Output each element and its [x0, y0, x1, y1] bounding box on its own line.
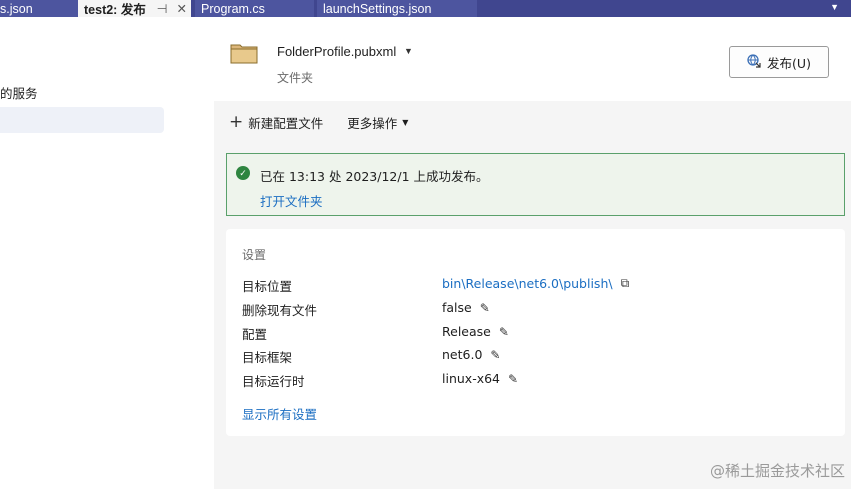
edit-icon[interactable]: ✎ [508, 372, 518, 386]
edit-icon[interactable]: ✎ [490, 348, 500, 362]
setting-value: false [442, 300, 472, 315]
profile-selector[interactable]: FolderProfile.pubxml [277, 44, 396, 59]
edit-icon[interactable]: ✎ [480, 301, 490, 315]
service-item-label[interactable]: 的服务 [0, 83, 38, 102]
setting-key: 配置 [242, 327, 268, 342]
setting-key: 目标运行时 [242, 374, 305, 389]
profile-header: FolderProfile.pubxml ▼ 文件夹 发布(U) [214, 17, 851, 101]
new-profile-button[interactable]: + 新建配置文件 [229, 113, 323, 132]
settings-card: 设置 目标位置 bin\Release\net6.0\publish\ ⧉ 删除… [226, 229, 845, 436]
tab-test2-publish[interactable]: test2: 发布 ⊣ ✕ [78, 0, 191, 17]
chevron-down-icon[interactable]: ▼ [404, 46, 413, 56]
setting-key: 目标框架 [242, 350, 293, 365]
show-all-settings-link[interactable]: 显示所有设置 [242, 404, 317, 423]
tab-label: launchSettings.json [323, 1, 432, 16]
target-location-link[interactable]: bin\Release\net6.0\publish\ [442, 276, 613, 291]
publish-success-banner: ✓ 已在 13:13 处 2023/12/1 上成功发布。 打开文件夹 [226, 153, 845, 216]
chevron-down-icon: ▼ [402, 118, 409, 127]
setting-value: linux-x64 [442, 371, 501, 386]
setting-row-target-framework: 目标框架 net6.0 ✎ [242, 347, 832, 365]
plus-icon: + [229, 111, 244, 132]
tab-program-cs[interactable]: Program.cs [195, 0, 314, 17]
left-pane: 的服务 [0, 17, 214, 489]
tab-label: test2: 发布 [84, 3, 146, 17]
close-icon[interactable]: ✕ [177, 1, 187, 16]
profile-type: 文件夹 [277, 71, 314, 85]
pin-icon[interactable]: ⊣ [157, 1, 168, 16]
tab-label: s.json [0, 1, 33, 16]
chevron-down-icon[interactable]: ▼ [830, 2, 839, 12]
setting-value: Release [442, 324, 491, 339]
setting-key: 目标位置 [242, 279, 293, 294]
publish-page: FolderProfile.pubxml ▼ 文件夹 发布(U) + 新建配置文… [214, 17, 851, 489]
copy-icon[interactable]: ⧉ [621, 276, 630, 291]
setting-row-configuration: 配置 Release ✎ [242, 324, 832, 342]
selected-nav-item[interactable] [0, 107, 164, 133]
open-folder-link[interactable]: 打开文件夹 [260, 191, 323, 210]
profile-toolbar: + 新建配置文件 更多操作 ▼ [229, 113, 408, 132]
more-actions-label: 更多操作 [347, 116, 398, 131]
setting-row-target-location: 目标位置 bin\Release\net6.0\publish\ ⧉ [242, 276, 832, 294]
tab-launch-settings[interactable]: launchSettings.json [317, 0, 477, 17]
globe-publish-icon [747, 53, 761, 71]
setting-value: net6.0 [442, 347, 483, 362]
folder-icon [230, 44, 258, 64]
new-profile-label: 新建配置文件 [248, 116, 324, 131]
publish-success-message: 已在 13:13 处 2023/12/1 上成功发布。 [260, 169, 489, 184]
document-tab-bar: s.json test2: 发布 ⊣ ✕ Program.cs launchSe… [0, 0, 851, 17]
more-actions-menu[interactable]: 更多操作 ▼ [347, 113, 408, 132]
setting-key: 删除现有文件 [242, 303, 318, 318]
publish-button-label: 发布(U) [767, 55, 811, 71]
settings-title: 设置 [242, 248, 267, 262]
setting-row-delete-existing: 删除现有文件 false ✎ [242, 300, 832, 318]
success-check-icon: ✓ [236, 166, 250, 180]
tab-label: Program.cs [201, 1, 265, 16]
watermark: @稀土掘金技术社区 [709, 462, 845, 480]
tab-json-file[interactable]: s.json [0, 0, 78, 17]
edit-icon[interactable]: ✎ [499, 325, 509, 339]
publish-button[interactable]: 发布(U) [729, 46, 829, 78]
setting-row-target-runtime: 目标运行时 linux-x64 ✎ [242, 371, 832, 389]
